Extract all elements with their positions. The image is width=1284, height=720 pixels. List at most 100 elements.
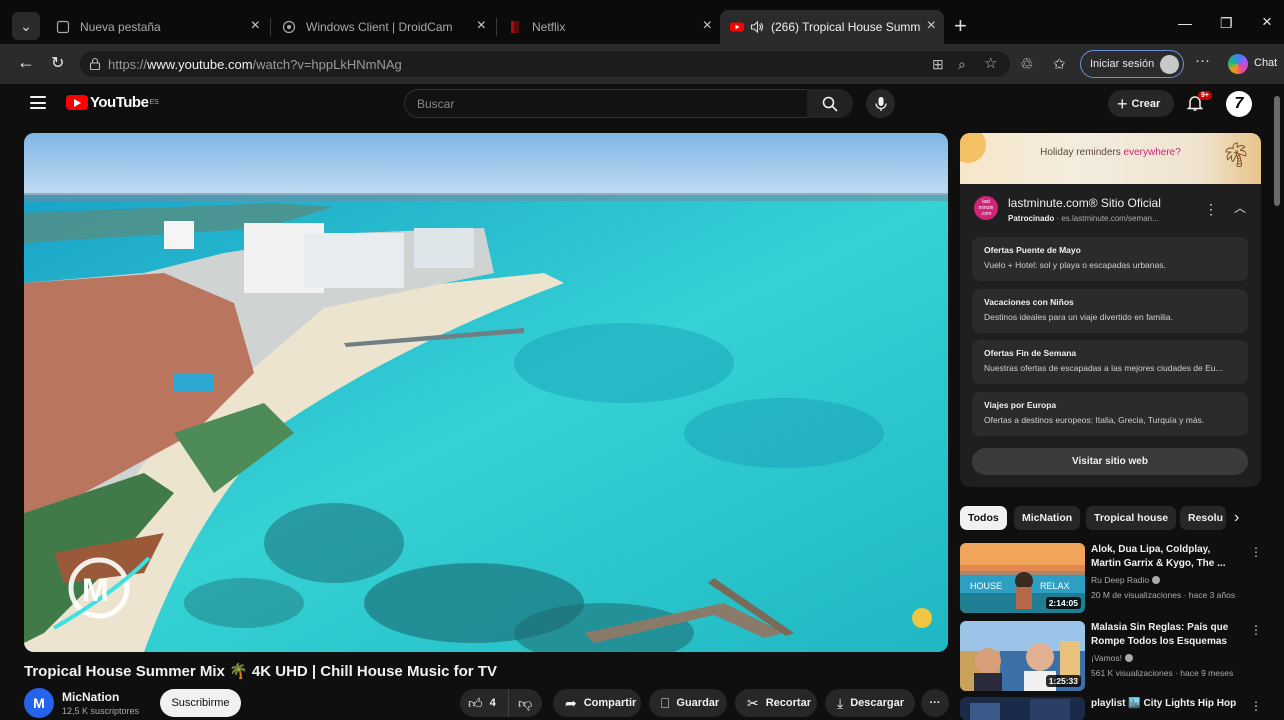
more-vertical-icon[interactable]: ⋮ xyxy=(1250,699,1260,713)
account-avatar[interactable]: 7 xyxy=(1226,91,1252,117)
search-box xyxy=(404,89,808,118)
zoom-icon[interactable]: ⌕ xyxy=(958,56,966,73)
video-title[interactable]: playlist 🏙️ City Lights Hip Hop xyxy=(1091,697,1243,711)
close-icon[interactable]: × xyxy=(927,18,936,34)
refresh-icon[interactable]: ↻ xyxy=(51,53,64,73)
close-window-button[interactable]: × xyxy=(1262,12,1272,32)
youtube-page: YouTube ES + Crear 9+ 7 xyxy=(10,84,1284,720)
page-icon xyxy=(56,20,70,34)
clip-button[interactable]: ✂ Recortar xyxy=(735,689,817,717)
tab-actions-button[interactable]: ⌄ xyxy=(12,12,40,40)
microphone-icon xyxy=(874,96,887,111)
logo-country: ES xyxy=(149,99,159,106)
channel-avatar[interactable]: M xyxy=(24,688,54,718)
thumbs-down-icon: 👎︎ xyxy=(518,694,533,711)
chat-label[interactable]: Chat xyxy=(1254,57,1277,69)
tab-title: Netflix xyxy=(532,20,566,34)
browser-toolbar: ← ↻ https://www.youtube.com/watch?v=hppL… xyxy=(0,44,1284,84)
more-vertical-icon[interactable]: ⋮ xyxy=(1250,545,1262,559)
back-icon[interactable]: ← xyxy=(17,52,35,73)
video-thumbnail[interactable] xyxy=(960,697,1085,720)
lock-icon[interactable] xyxy=(88,57,102,71)
close-icon[interactable]: × xyxy=(703,18,712,34)
clip-label: Recortar xyxy=(765,697,811,709)
download-button[interactable]: ⤓ Descargar xyxy=(825,689,915,717)
download-label: Descargar xyxy=(850,697,905,709)
recommended-video[interactable]: playlist 🏙️ City Lights Hip Hop ⋮ xyxy=(960,697,1260,720)
video-player[interactable]: M ☝ xyxy=(24,133,948,652)
minimize-button[interactable]: — xyxy=(1178,15,1192,31)
more-horizontal-icon: ··· xyxy=(929,697,941,709)
ad-sitelink[interactable]: Vacaciones con Niños Destinos ideales pa… xyxy=(972,289,1248,333)
channel-name[interactable]: MicNation xyxy=(62,690,119,704)
dislike-button[interactable]: 👎︎ xyxy=(508,689,542,717)
logo-text: YouTube xyxy=(90,94,149,111)
subscriber-count: 12,5 K suscriptores xyxy=(62,706,140,716)
chip-micnation[interactable]: MicNation xyxy=(1014,506,1081,530)
like-button[interactable]: 👍︎ 4 xyxy=(460,689,508,717)
ad-sitelink[interactable]: Ofertas Fin de Semana Nuestras ofertas d… xyxy=(972,340,1248,384)
ad-sitelink[interactable]: Ofertas Puente de Mayo Vuelo + Hotel: so… xyxy=(972,237,1248,281)
recommended-video[interactable]: HOUSE RELAX 2:14:05 Alok, Dua Lipa, Cold… xyxy=(960,543,1262,615)
sponsored-ad-panel: Holiday reminders everywhere? 🌴︎ last mi… xyxy=(960,133,1261,487)
channel-name[interactable]: ¡Vamos! xyxy=(1091,653,1134,663)
bookmark-icon: ⎕ xyxy=(661,694,670,711)
video-frame: M xyxy=(24,133,948,652)
chip-tropical-house[interactable]: Tropical house xyxy=(1086,506,1177,530)
close-icon[interactable]: × xyxy=(477,18,486,34)
search-button[interactable] xyxy=(807,89,853,118)
more-options-icon[interactable]: ··· xyxy=(1195,52,1210,69)
tab-droidcam[interactable]: Windows Client | DroidCam × xyxy=(272,10,494,44)
new-tab-button[interactable]: + xyxy=(954,14,967,38)
chip-resolution[interactable]: Resolu xyxy=(1180,506,1226,530)
page-scrollbar[interactable] xyxy=(1274,96,1280,206)
tab-separator xyxy=(496,18,497,36)
youtube-logo[interactable]: YouTube ES xyxy=(66,94,159,111)
tab-new-tab[interactable]: Nueva pestaña × xyxy=(46,10,268,44)
share-icon: ➦ xyxy=(565,694,577,711)
subscribe-button[interactable]: Suscribirme xyxy=(160,689,241,717)
share-button[interactable]: ➦ Compartir xyxy=(553,689,641,717)
video-title[interactable]: Alok, Dua Lipa, Coldplay, Martin Garrix … xyxy=(1091,543,1243,571)
chip-all[interactable]: Todos xyxy=(960,506,1007,530)
svg-text:M: M xyxy=(82,572,109,608)
ad-sitelink-title: Ofertas Fin de Semana xyxy=(984,348,1077,358)
ad-options-icon[interactable]: ⋮ xyxy=(1204,201,1218,218)
favorite-star-icon[interactable]: ☆ xyxy=(984,54,997,72)
advertiser-logo[interactable]: last minute .com xyxy=(974,196,998,220)
share-label: Compartir xyxy=(583,697,637,709)
signin-button[interactable]: Iniciar sesión xyxy=(1080,50,1184,78)
favorites-icon[interactable]: ✩ xyxy=(1053,55,1066,73)
ad-banner[interactable]: Holiday reminders everywhere? 🌴︎ xyxy=(960,133,1261,184)
search-input[interactable] xyxy=(417,95,797,113)
maximize-button[interactable]: ❐ xyxy=(1220,15,1233,32)
voice-search-button[interactable] xyxy=(866,89,895,118)
more-actions-button[interactable]: ··· xyxy=(921,689,949,717)
more-vertical-icon[interactable]: ⋮ xyxy=(1250,623,1262,637)
advertiser-name[interactable]: lastminute.com® Sitio Oficial xyxy=(1008,196,1161,210)
app-available-icon[interactable]: ⊞ xyxy=(932,56,944,73)
create-button[interactable]: + Crear xyxy=(1108,90,1174,117)
ad-sitelink-desc: Ofertas a destinos europeos: Italia, Gre… xyxy=(984,415,1205,425)
video-thumbnail[interactable]: HOUSE RELAX 2:14:05 xyxy=(960,543,1085,613)
recommended-video[interactable]: 1:25:33 Malasia Sin Reglas: País que Rom… xyxy=(960,621,1262,693)
ad-sitelink[interactable]: Viajes por Europa Ofertas a destinos eur… xyxy=(972,392,1248,436)
chevron-up-icon[interactable]: ︿ xyxy=(1234,199,1246,216)
video-thumbnail[interactable]: 1:25:33 xyxy=(960,621,1085,691)
save-button[interactable]: ⎕ Guardar xyxy=(649,689,727,717)
extensions-icon[interactable]: ♲ xyxy=(1020,55,1033,73)
svg-text:RELAX: RELAX xyxy=(1040,581,1070,591)
tab-netflix[interactable]: Netflix × xyxy=(498,10,720,44)
search-icon xyxy=(822,96,838,112)
chevron-right-icon[interactable]: › xyxy=(1234,509,1239,527)
profile-avatar-icon xyxy=(1160,55,1179,74)
menu-icon[interactable] xyxy=(30,96,46,109)
close-icon[interactable]: × xyxy=(251,18,260,34)
video-title[interactable]: Malasia Sin Reglas: País que Rompe Todos… xyxy=(1091,621,1243,649)
address-bar[interactable]: https://www.youtube.com/watch?v=hppLkHNm… xyxy=(80,51,1010,77)
tab-title: (266) Tropical House Summer xyxy=(771,20,921,34)
visit-site-button[interactable]: Visitar sitio web xyxy=(972,448,1248,475)
speaker-icon[interactable] xyxy=(750,20,764,34)
channel-name[interactable]: Ru Deep Radio xyxy=(1091,575,1161,585)
copilot-icon[interactable] xyxy=(1228,54,1248,74)
